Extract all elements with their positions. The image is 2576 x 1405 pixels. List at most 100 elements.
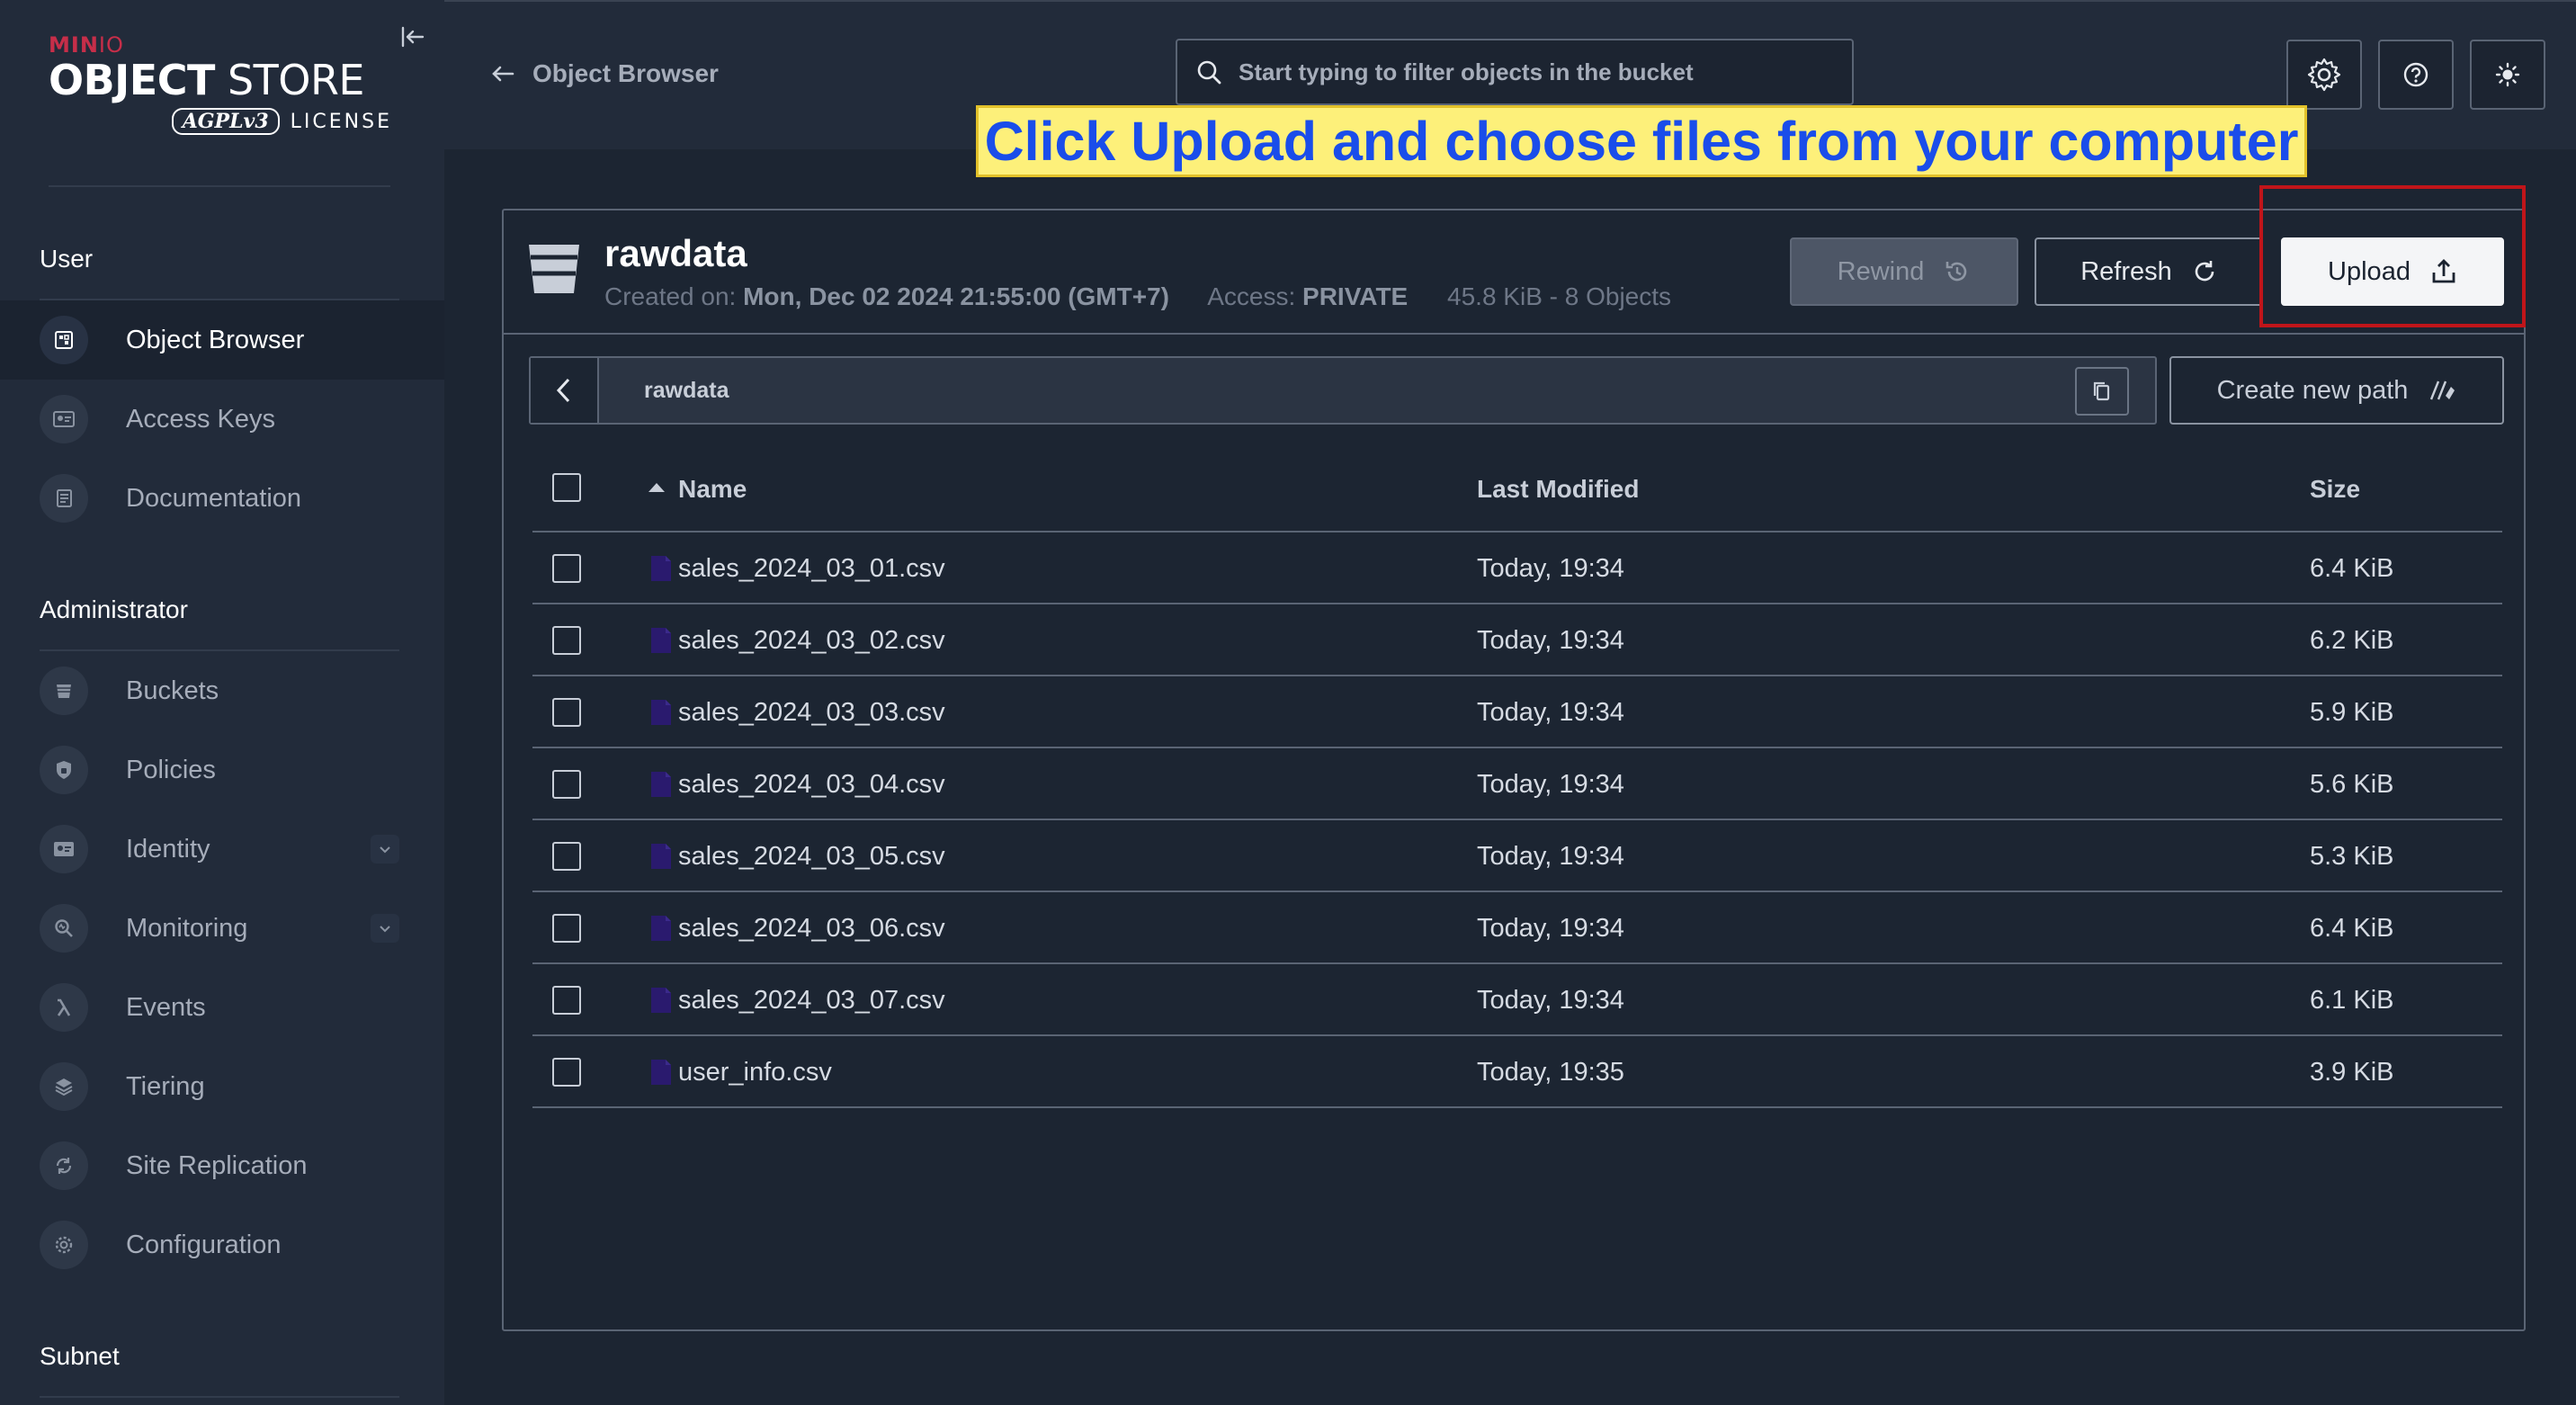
objects-table: Name Last Modified Size sales_2024_03_01… <box>532 441 2502 1108</box>
sidebar-item-events[interactable]: Events <box>0 968 444 1047</box>
table-row[interactable]: sales_2024_03_02.csv Today, 19:34 6.2 Ki… <box>532 604 2502 676</box>
license-label: LICENSE <box>290 110 392 133</box>
section-label-subnet: Subnet <box>40 1342 120 1370</box>
search-icon <box>1195 58 1222 85</box>
sidebar-item-monitoring[interactable]: Monitoring <box>0 889 444 968</box>
back-link-label: Object Browser <box>532 59 719 87</box>
sidebar-item-label: Events <box>126 992 206 1022</box>
column-header-last-modified[interactable]: Last Modified <box>1477 475 1639 504</box>
table-row[interactable]: sales_2024_03_07.csv Today, 19:34 6.1 Ki… <box>532 964 2502 1036</box>
file-size: 3.9 KiB <box>2310 1058 2394 1087</box>
row-checkbox[interactable] <box>552 1058 581 1087</box>
file-size: 6.1 KiB <box>2310 986 2394 1015</box>
sidebar-item-label: Access Keys <box>126 404 275 434</box>
row-checkbox[interactable] <box>552 914 581 943</box>
bucket-name: rawdata <box>604 232 747 274</box>
file-icon <box>649 986 673 1015</box>
sidebar-item-label: Buckets <box>126 676 219 705</box>
identity-icon <box>40 825 88 873</box>
sidebar-item-access-keys[interactable]: Access Keys <box>0 380 444 459</box>
sidebar-item-label: Tiering <box>126 1071 205 1101</box>
configuration-icon <box>40 1221 88 1269</box>
site-replication-icon <box>40 1141 88 1190</box>
file-name: sales_2024_03_07.csv <box>678 986 945 1015</box>
help-button[interactable] <box>2378 40 2454 110</box>
object-browser-icon <box>40 316 88 364</box>
sidebar-item-label: Documentation <box>126 483 302 513</box>
file-icon <box>649 698 673 727</box>
chevron-down-icon[interactable] <box>371 914 399 943</box>
settings-button[interactable] <box>2286 40 2362 110</box>
new-path-icon <box>2428 378 2456 403</box>
chevron-down-icon[interactable] <box>371 835 399 864</box>
sidebar-item-label: Object Browser <box>126 325 305 354</box>
table-row[interactable]: user_info.csv Today, 19:35 3.9 KiB <box>532 1036 2502 1108</box>
sidebar-item-tiering[interactable]: Tiering <box>0 1047 444 1126</box>
sidebar-item-policies[interactable]: Policies <box>0 730 444 810</box>
object-filter-search[interactable] <box>1176 39 1854 105</box>
bucket-stats: 45.8 KiB - 8 Objects <box>1447 282 1672 310</box>
path-back-button[interactable] <box>531 358 599 423</box>
created-label: Created on: <box>604 282 737 310</box>
file-name: user_info.csv <box>678 1058 832 1087</box>
column-header-name[interactable]: Name <box>678 475 747 504</box>
column-header-size[interactable]: Size <box>2310 475 2360 504</box>
sidebar: MINIO OBJECT STORE AGPLv3 LICENSE User O… <box>0 0 444 1405</box>
table-row[interactable]: sales_2024_03_06.csv Today, 19:34 6.4 Ki… <box>532 892 2502 964</box>
file-modified: Today, 19:34 <box>1477 770 1624 799</box>
file-size: 5.9 KiB <box>2310 698 2394 727</box>
agpl-badge: AGPLv3 <box>171 108 280 135</box>
create-path-label: Create new path <box>2216 375 2409 405</box>
row-checkbox[interactable] <box>552 554 581 583</box>
copy-path-button[interactable] <box>2075 367 2129 416</box>
sidebar-item-label: Policies <box>126 755 216 784</box>
row-checkbox[interactable] <box>552 698 581 727</box>
table-row[interactable]: sales_2024_03_01.csv Today, 19:34 6.4 Ki… <box>532 532 2502 604</box>
upload-button[interactable]: Upload <box>2281 237 2504 306</box>
file-icon <box>649 914 673 943</box>
sidebar-item-documentation[interactable]: Documentation <box>0 459 444 538</box>
file-name: sales_2024_03_02.csv <box>678 626 945 655</box>
logo-min-text: MIN <box>49 32 99 58</box>
rewind-button[interactable]: Rewind <box>1790 237 2018 306</box>
back-to-object-browser-link[interactable]: Object Browser <box>491 59 719 88</box>
row-checkbox[interactable] <box>552 986 581 1015</box>
file-name: sales_2024_03_05.csv <box>678 842 945 871</box>
table-row[interactable]: sales_2024_03_04.csv Today, 19:34 5.6 Ki… <box>532 748 2502 820</box>
file-modified: Today, 19:34 <box>1477 914 1624 943</box>
theme-toggle-button[interactable] <box>2470 40 2545 110</box>
collapse-sidebar-icon[interactable] <box>399 23 426 50</box>
sidebar-item-buckets[interactable]: Buckets <box>0 651 444 730</box>
table-row[interactable]: sales_2024_03_05.csv Today, 19:34 5.3 Ki… <box>532 820 2502 892</box>
sort-asc-icon[interactable] <box>648 482 666 493</box>
sidebar-item-site-replication[interactable]: Site Replication <box>0 1126 444 1205</box>
sidebar-item-identity[interactable]: Identity <box>0 810 444 889</box>
row-checkbox[interactable] <box>552 770 581 799</box>
search-input[interactable] <box>1239 58 1850 86</box>
row-checkbox[interactable] <box>552 626 581 655</box>
bucket-meta: Created on: Mon, Dec 02 2024 21:55:00 (G… <box>604 282 1671 311</box>
refresh-button[interactable]: Refresh <box>2035 237 2263 306</box>
file-icon <box>649 842 673 871</box>
file-modified: Today, 19:34 <box>1477 842 1624 871</box>
instruction-banner: Click Upload and choose files from your … <box>976 105 2307 177</box>
file-size: 6.4 KiB <box>2310 914 2394 943</box>
file-icon <box>649 626 673 655</box>
select-all-checkbox[interactable] <box>552 473 581 502</box>
sidebar-item-configuration[interactable]: Configuration <box>0 1205 444 1284</box>
created-value: Mon, Dec 02 2024 21:55:00 (GMT+7) <box>743 282 1169 310</box>
file-name: sales_2024_03_06.csv <box>678 914 945 943</box>
section-label-administrator: Administrator <box>40 595 188 623</box>
divider <box>49 185 390 187</box>
file-name: sales_2024_03_01.csv <box>678 554 945 583</box>
logo-title-bold: OBJECT <box>49 56 215 104</box>
monitoring-icon <box>40 904 88 953</box>
upload-icon <box>2430 258 2457 285</box>
row-checkbox[interactable] <box>552 842 581 871</box>
create-new-path-button[interactable]: Create new path <box>2169 356 2504 425</box>
file-size: 5.6 KiB <box>2310 770 2394 799</box>
sidebar-item-object-browser[interactable]: Object Browser <box>0 300 444 380</box>
table-row[interactable]: sales_2024_03_03.csv Today, 19:34 5.9 Ki… <box>532 676 2502 748</box>
documentation-icon <box>40 474 88 523</box>
sidebar-item-label: Site Replication <box>126 1150 308 1180</box>
